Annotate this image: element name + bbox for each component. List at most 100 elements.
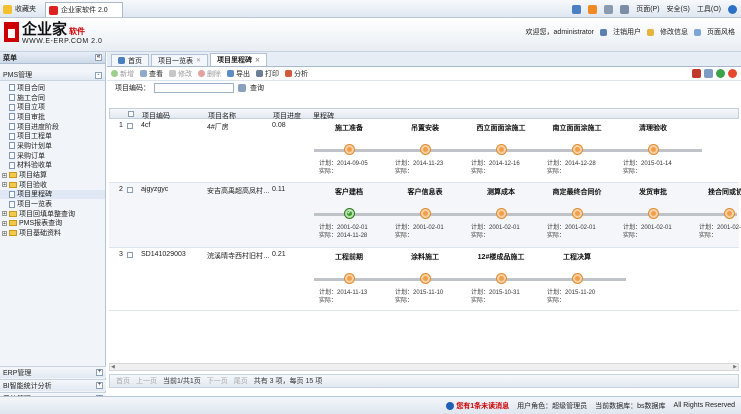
close-icon[interactable]: ✕ xyxy=(255,57,260,64)
mail-icon[interactable] xyxy=(604,4,614,14)
safety-menu[interactable]: 安全(S) xyxy=(667,4,690,14)
sidebar-item[interactable]: 项目一览表 xyxy=(0,199,105,209)
search-button[interactable]: 查询 xyxy=(250,83,264,93)
prev-page-button[interactable]: 上一页 xyxy=(136,376,157,386)
view-button[interactable]: 查看 xyxy=(140,69,163,79)
sidebar-item[interactable]: 项目工程单 xyxy=(0,131,105,141)
sidebar-item[interactable]: 施工合同 xyxy=(0,93,105,103)
milestone-pending-icon[interactable] xyxy=(497,145,506,154)
search-icon[interactable] xyxy=(238,83,246,92)
favorites-button[interactable]: 收藏夹 xyxy=(3,4,36,14)
sidebar-item[interactable]: 项目立项 xyxy=(0,102,105,112)
sidebar-item-label: 施工合同 xyxy=(17,94,45,102)
home-icon[interactable] xyxy=(572,4,582,14)
row-checkbox[interactable] xyxy=(127,187,133,193)
sidebar-item[interactable]: 材料验收单 xyxy=(0,161,105,171)
tools-icon[interactable] xyxy=(692,69,701,78)
close-icon[interactable]: ✕ xyxy=(196,57,201,64)
milestone-pending-icon[interactable] xyxy=(573,145,582,154)
unread-message-link[interactable]: 您有1条未读消息 xyxy=(446,401,509,411)
sidebar-group-pms[interactable]: PMS管理 xyxy=(3,70,32,80)
last-page-button[interactable]: 尾页 xyxy=(234,376,248,386)
milestone-pending-icon[interactable] xyxy=(649,209,658,218)
expand-icon[interactable]: + xyxy=(2,172,7,178)
next-page-button[interactable]: 下一页 xyxy=(207,376,228,386)
tab-home[interactable]: 首页 xyxy=(111,54,149,66)
sidebar-item-label: 采购订单 xyxy=(17,152,45,160)
print-icon[interactable] xyxy=(620,4,630,14)
expand-icon[interactable]: + xyxy=(96,369,103,376)
tab-bar: 首页 项目一览表 ✕ 项目里程碑 ✕ xyxy=(107,52,741,67)
milestone-pending-icon[interactable] xyxy=(421,145,430,154)
select-all-checkbox[interactable] xyxy=(128,111,134,117)
tools-menu[interactable]: 工具(O) xyxy=(697,4,721,14)
project-code-input[interactable] xyxy=(154,82,234,93)
sidebar-group-bi[interactable]: BI智能统计分析 + xyxy=(0,379,106,391)
document-icon xyxy=(9,84,15,92)
milestone-actual: 实际： xyxy=(471,169,490,175)
milestone-done-icon[interactable] xyxy=(345,209,354,218)
first-page-button[interactable]: 首页 xyxy=(116,376,130,386)
tab-milestone[interactable]: 项目里程碑 ✕ xyxy=(210,53,268,66)
sidebar-item[interactable]: + 项目回填单整查询 xyxy=(0,209,105,219)
scroll-left-icon[interactable]: ◀ xyxy=(111,364,115,370)
milestone-name: 测算成本 xyxy=(487,189,515,196)
expand-icon[interactable]: + xyxy=(2,211,7,217)
sidebar-item[interactable]: + 项目基础资料 xyxy=(0,228,105,238)
refresh-icon[interactable] xyxy=(716,69,725,78)
milestone-pending-icon[interactable] xyxy=(725,209,734,218)
table-row[interactable]: 3 SD141029003 浣溪晴寺西村旧村… 0.21 工程前期 计划：2014-11-… xyxy=(109,248,739,311)
help-icon[interactable] xyxy=(728,4,737,14)
milestone-pending-icon[interactable] xyxy=(573,274,582,283)
milestone-pending-icon[interactable] xyxy=(649,145,658,154)
sidebar-item[interactable]: 采购订单 xyxy=(0,151,105,161)
sidebar-item[interactable]: 项目合同 xyxy=(0,83,105,93)
change-info-link[interactable]: 修改信息 xyxy=(660,27,688,37)
sidebar-group-erp[interactable]: ERP管理 + xyxy=(0,366,106,378)
export-button[interactable]: 导出 xyxy=(227,69,250,79)
milestone-pending-icon[interactable] xyxy=(573,209,582,218)
collapse-group-icon[interactable]: - xyxy=(95,71,102,79)
sidebar-item[interactable]: + PMS报表查询 xyxy=(0,219,105,229)
analyze-button[interactable]: 分析 xyxy=(285,69,308,79)
logout-link[interactable]: 注销用户 xyxy=(613,27,641,37)
row-checkbox[interactable] xyxy=(127,123,133,129)
milestone-pending-icon[interactable] xyxy=(497,274,506,283)
scroll-right-icon[interactable]: ▶ xyxy=(733,364,737,370)
milestone-plan: 计划：2001-02-01 xyxy=(471,225,520,231)
grid-icon[interactable] xyxy=(704,69,713,78)
table-row[interactable]: 1 4cf 4#厂房 0.08 施工准备 计划：2014-09-05 实际： 吊置安装 计划：2… xyxy=(109,119,739,183)
milestone-name: 挫合同或协议 xyxy=(708,189,741,196)
add-button[interactable]: 新增 xyxy=(111,69,134,79)
browser-tab[interactable]: 企业家软件 2.0 xyxy=(45,2,123,17)
horizontal-scrollbar[interactable]: ◀ ▶ xyxy=(109,363,739,371)
sidebar-item[interactable]: + 项目验收 xyxy=(0,180,105,190)
row-checkbox[interactable] xyxy=(127,252,133,258)
rss-icon[interactable] xyxy=(588,4,598,14)
collapse-sidebar-icon[interactable]: « xyxy=(95,54,102,61)
milestone-pending-icon[interactable] xyxy=(421,274,430,283)
milestone-pending-icon[interactable] xyxy=(345,145,354,154)
expand-icon[interactable]: + xyxy=(2,182,7,188)
expand-icon[interactable]: + xyxy=(2,230,7,236)
tab-project-list[interactable]: 项目一览表 ✕ xyxy=(151,54,209,66)
table-row[interactable]: 2 ajgyzgyc 安吉高禹超高凤村…0.11 客户建档计划：2001-02-01 实… xyxy=(109,183,741,248)
sidebar-item[interactable]: 项目里程碑 xyxy=(0,189,105,200)
milestone-pending-icon[interactable] xyxy=(497,209,506,218)
page-style-link[interactable]: 页面风格 xyxy=(707,27,735,37)
sidebar-item[interactable]: 采购计划单 xyxy=(0,141,105,151)
edit-button[interactable]: 修改 xyxy=(169,69,192,79)
sidebar-item-label: 项目回填单整查询 xyxy=(19,210,75,218)
delete-button[interactable]: 删除 xyxy=(198,69,221,79)
expand-icon[interactable]: + xyxy=(96,382,103,389)
milestone-pending-icon[interactable] xyxy=(421,209,430,218)
milestone-pending-icon[interactable] xyxy=(345,274,354,283)
page-menu[interactable]: 页面(P) xyxy=(636,4,659,14)
sidebar-item[interactable]: 项目审批 xyxy=(0,112,105,122)
print-button[interactable]: 打印 xyxy=(256,69,279,79)
milestone-plan: 计划：2015-11-10 xyxy=(395,290,444,296)
sidebar-item[interactable]: + 项目结算 xyxy=(0,170,105,180)
close-icon[interactable] xyxy=(728,69,737,78)
sidebar-item[interactable]: 项目进度阶段 xyxy=(0,122,105,132)
expand-icon[interactable]: + xyxy=(2,220,7,226)
